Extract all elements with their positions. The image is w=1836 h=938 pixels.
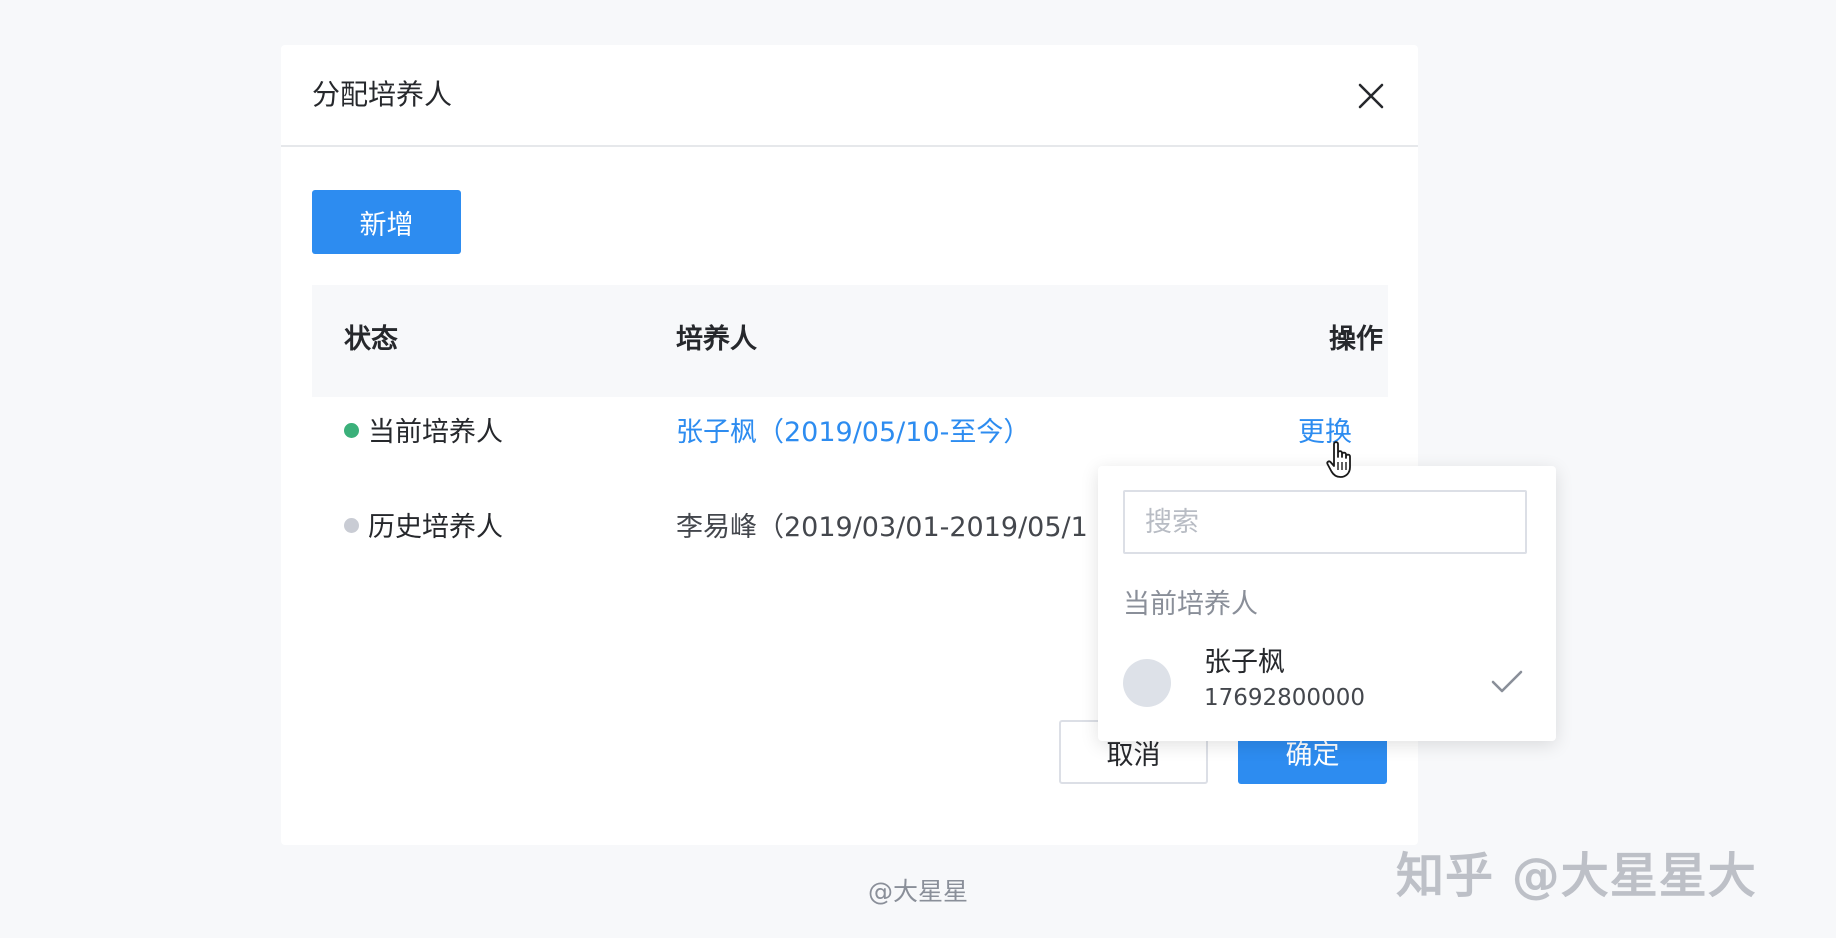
trainer-history: 李易峰（2019/03/01-2019/05/1 — [676, 512, 1088, 543]
header-status: 状态 — [344, 324, 398, 355]
option-phone: 17692800000 — [1204, 685, 1365, 711]
trainer-option[interactable]: 张子枫 17692800000 — [1098, 646, 1556, 726]
hand-pointer-icon — [1325, 440, 1359, 480]
search-input[interactable] — [1123, 490, 1527, 554]
watermark: 知乎 @大星星大 — [1396, 848, 1757, 904]
status-text: 当前培养人 — [368, 417, 503, 448]
check-icon — [1490, 668, 1524, 696]
status-text: 历史培养人 — [368, 512, 503, 543]
trainer-select-dropdown: 当前培养人 张子枫 17692800000 — [1098, 466, 1556, 741]
add-button[interactable]: 新增 — [312, 190, 461, 254]
modal-header: 分配培养人 — [281, 45, 1418, 147]
group-label: 当前培养人 — [1123, 589, 1258, 620]
header-action: 操作 — [1329, 324, 1383, 355]
avatar — [1123, 659, 1171, 707]
option-name: 张子枫 — [1204, 647, 1285, 678]
status-dot-history — [344, 518, 359, 533]
table-header: 状态 培养人 操作 — [312, 285, 1388, 397]
status-cell: 当前培养人 — [344, 416, 503, 450]
status-cell: 历史培养人 — [344, 511, 503, 545]
close-icon[interactable] — [1353, 78, 1389, 114]
modal-title: 分配培养人 — [312, 78, 453, 111]
trainer-link-current[interactable]: 张子枫（2019/05/10-至今） — [676, 416, 1030, 450]
status-dot-current — [344, 423, 359, 438]
header-trainer: 培养人 — [676, 324, 757, 355]
